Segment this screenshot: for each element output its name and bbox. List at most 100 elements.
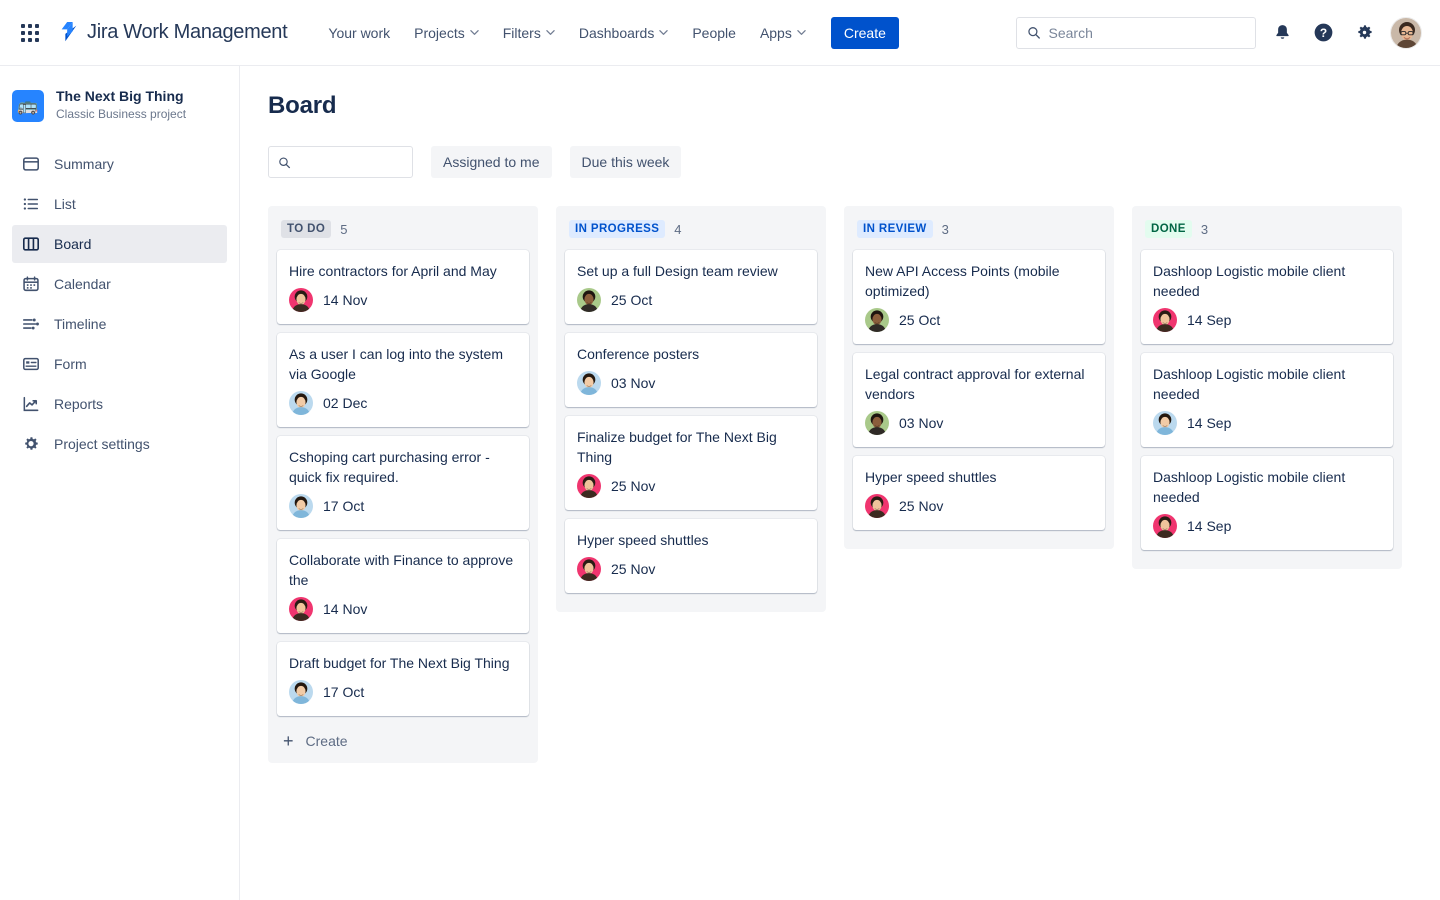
apps-grid-icon[interactable] [14,17,46,49]
card-due-date: 17 Oct [323,498,364,514]
nav-item-dashboards[interactable]: Dashboards [568,17,680,49]
sidebar-item-timeline[interactable]: Timeline [12,305,227,343]
card-due-date: 03 Nov [899,415,943,431]
filter-due-this-week[interactable]: Due this week [570,146,682,178]
chevron-down-icon [470,28,479,37]
assignee-avatar-image [577,288,601,312]
project-type: Classic Business project [56,106,186,123]
board-column-to-do: TO DO5Hire contractors for April and May… [268,206,538,763]
board-card[interactable]: Legal contract approval for external ven… [853,353,1105,447]
gear-glyph [1355,23,1374,42]
create-card-label: Create [306,733,348,749]
assignee-avatar[interactable] [577,474,601,498]
column-card-count: 3 [1201,222,1208,237]
card-due-date: 14 Nov [323,601,367,617]
assignee-avatar[interactable] [865,494,889,518]
jira-brand-logo[interactable]: Jira Work Management [58,21,287,45]
sidebar-item-form[interactable]: Form [12,345,227,383]
settings-gear-icon [22,435,40,453]
chevron-down-icon [797,28,806,37]
board-card[interactable]: New API Access Points (mobile optimized)… [853,250,1105,344]
timeline-icon [22,315,40,333]
nav-item-filters[interactable]: Filters [492,17,566,49]
nav-item-projects[interactable]: Projects [403,17,490,49]
card-due-date: 14 Sep [1187,518,1231,534]
brand-title: Jira Work Management [87,21,287,44]
notifications-bell-icon[interactable] [1267,18,1297,48]
assignee-avatar[interactable] [289,391,313,415]
settings-gear-icon[interactable] [1349,18,1379,48]
board-column-in-review: IN REVIEW3New API Access Points (mobile … [844,206,1114,549]
sidebar-item-board[interactable]: Board [12,225,227,263]
assignee-avatar[interactable] [577,288,601,312]
board-card[interactable]: Dashloop Logistic mobile client needed14… [1141,250,1393,344]
status-badge: DONE [1145,220,1192,238]
create-button[interactable]: Create [831,17,899,49]
board-card[interactable]: Draft budget for The Next Big Thing17 Oc… [277,642,529,716]
board-card[interactable]: Hyper speed shuttles 25 Nov [565,519,817,593]
assignee-avatar-image [289,494,313,518]
assignee-avatar-image [865,308,889,332]
assignee-avatar[interactable] [289,597,313,621]
list-icon [22,195,40,213]
project-header[interactable]: 🚌 The Next Big Thing Classic Business pr… [0,88,239,123]
card-title: As a user I can log into the system via … [289,344,517,384]
assignee-avatar[interactable] [577,557,601,581]
nav-item-apps[interactable]: Apps [749,17,817,49]
board-card[interactable]: Hire contractors for April and May14 Nov [277,250,529,324]
assignee-avatar[interactable] [865,308,889,332]
card-title: Hyper speed shuttles [577,530,805,550]
sidebar-item-project-settings[interactable]: Project settings [12,425,227,463]
board-card[interactable]: Hyper speed shuttles25 Nov [853,456,1105,530]
board-card[interactable]: Set up a full Design team review25 Oct [565,250,817,324]
assignee-avatar[interactable] [1153,514,1177,538]
profile-avatar[interactable] [1390,17,1422,49]
board-card[interactable]: Cshoping cart purchasing error - quick f… [277,436,529,530]
summary-icon [22,155,40,173]
sidebar-item-summary[interactable]: Summary [12,145,227,183]
help-icon[interactable]: ? [1308,18,1338,48]
board-search-input[interactable] [299,154,403,170]
sidebar-item-reports[interactable]: Reports [12,385,227,423]
column-header: DONE 3 [1141,220,1393,238]
assignee-avatar[interactable] [289,494,313,518]
reports-icon [22,395,40,413]
card-due-date: 03 Nov [611,375,655,391]
global-search[interactable] [1016,17,1256,49]
sidebar-item-label: Project settings [54,436,150,452]
assignee-avatar-image [289,597,313,621]
board-card[interactable]: Collaborate with Finance to approve the1… [277,539,529,633]
card-meta: 03 Nov [577,371,805,395]
assignee-avatar[interactable] [289,680,313,704]
global-search-input[interactable] [1049,25,1245,41]
board-card[interactable]: Finalize budget for The Next Big Thing25… [565,416,817,510]
column-card-count: 5 [340,222,347,237]
board-card[interactable]: As a user I can log into the system via … [277,333,529,427]
nav-item-people[interactable]: People [681,17,747,49]
filter-assigned-to-me[interactable]: Assigned to me [431,146,552,178]
board-card[interactable]: Conference posters03 Nov [565,333,817,407]
chevron-down-icon [546,28,555,37]
card-meta: 14 Sep [1153,411,1381,435]
card-meta: 25 Nov [577,557,805,581]
board-search[interactable] [268,146,413,178]
assignee-avatar[interactable] [1153,411,1177,435]
assignee-avatar[interactable] [1153,308,1177,332]
sidebar-item-list[interactable]: List [12,185,227,223]
search-icon [1027,25,1041,40]
assignee-avatar[interactable] [289,288,313,312]
card-title: New API Access Points (mobile optimized) [865,261,1093,301]
board-filter-bar: Assigned to me Due this week [268,146,1440,178]
nav-label: People [692,25,736,41]
assignee-avatar-image [865,411,889,435]
assignee-avatar[interactable] [865,411,889,435]
assignee-avatar[interactable] [577,371,601,395]
board-card[interactable]: Dashloop Logistic mobile client needed14… [1141,456,1393,550]
sidebar-item-calendar[interactable]: Calendar [12,265,227,303]
profile-avatar-image [1391,18,1422,49]
card-due-date: 17 Oct [323,684,364,700]
nav-item-your-work[interactable]: Your work [317,17,401,49]
create-card-button[interactable]: +Create [277,725,529,753]
nav-label: Your work [328,25,390,41]
board-card[interactable]: Dashloop Logistic mobile client needed14… [1141,353,1393,447]
